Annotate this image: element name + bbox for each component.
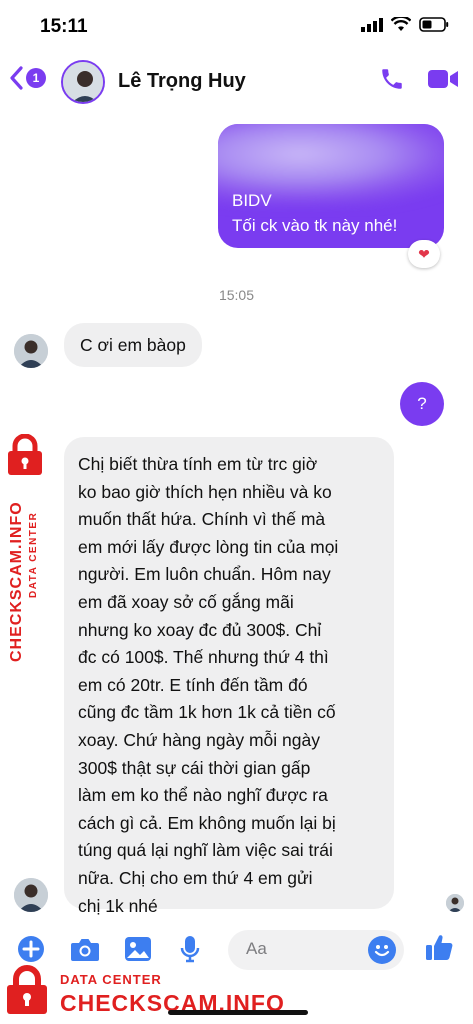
message-line: xoay. Chứ hàng ngày mỗi ngày <box>78 729 320 750</box>
avatar-image <box>14 334 48 368</box>
contact-name[interactable]: Lê Trọng Huy <box>118 70 246 93</box>
home-indicator[interactable] <box>168 1010 308 1015</box>
message-line: Tối ck vào tk này nhé! <box>232 216 398 235</box>
microphone-icon <box>180 936 200 963</box>
avatar-image <box>446 894 464 912</box>
smile-icon <box>374 945 390 957</box>
status-time: 15:11 <box>40 16 88 37</box>
wifi-icon <box>391 17 411 31</box>
message-line: chị 1k nhé <box>78 895 158 916</box>
bank-name: BIDV <box>232 191 272 210</box>
message-line: nhưng ko xoay đc đủ 300$. Chỉ <box>78 619 322 640</box>
message-line: Chị biết thừa tính em từ trc giờ <box>78 454 318 474</box>
watermark-label: DATA CENTER <box>28 511 39 598</box>
outgoing-message-question[interactable]: ? <box>400 382 444 426</box>
outgoing-message-bank[interactable]: BIDV Tối ck vào tk này nhé! <box>218 124 444 248</box>
message-line: đc có 100$. Thế nhưng thứ 4 thì <box>78 647 329 668</box>
incoming-message-long[interactable]: Chị biết thừa tính em từ trc giờ ko bao … <box>64 437 394 916</box>
unread-badge: 1 <box>26 68 46 88</box>
status-icons <box>361 17 449 32</box>
battery-icon <box>419 17 449 32</box>
seen-indicator-avatar <box>446 894 464 912</box>
lock-icon <box>8 434 42 475</box>
message-line: em có 20tr. E tính đến tầm đó <box>78 674 308 695</box>
phone-call-icon[interactable] <box>379 66 405 92</box>
lock-icon <box>7 965 47 1014</box>
contact-avatar[interactable] <box>61 60 105 104</box>
thumbs-up-icon <box>426 935 453 960</box>
plus-icon <box>18 936 44 962</box>
message-line: cách gì cả. Em không muốn lại bị <box>78 812 336 833</box>
message-line: cũng đc tầm 1k hơn 1k cả tiền cố <box>78 702 336 723</box>
sender-avatar[interactable] <box>14 878 48 912</box>
heart-icon: ❤ <box>418 245 430 262</box>
like-button[interactable] <box>424 932 454 962</box>
emoji-button[interactable] <box>368 936 396 964</box>
message-line: em đã xoay sở cố gắng mãi <box>78 591 294 612</box>
back-button[interactable]: 1 <box>8 65 46 91</box>
outgoing-message-text: BIDV Tối ck vào tk này nhé! <box>232 188 397 238</box>
message-line: 300$ thật sự cái thời gian gấp <box>78 757 311 778</box>
message-line: túng quá lại nghĩ làm việc sai trái <box>78 840 333 861</box>
avatar-image <box>14 878 48 912</box>
chevron-left-icon <box>10 66 23 90</box>
incoming-message[interactable]: C ơi em bàop <box>64 323 202 367</box>
message-line: làm em ko thể nào nghĩ được ra <box>78 785 328 806</box>
conversation-header: 1 Lê Trọng Huy <box>0 52 473 112</box>
message-line: muốn thất hứa. Chính vì thế mà <box>78 509 326 530</box>
heart-reaction[interactable]: ❤ <box>408 240 440 268</box>
avatar-image <box>63 62 103 102</box>
message-line: ko bao giờ thích hẹn nhiều và ko <box>78 481 332 502</box>
signal-icon <box>361 17 383 32</box>
video-call-icon[interactable] <box>427 67 459 91</box>
status-bar: 15:11 <box>0 0 473 50</box>
header-actions <box>379 66 459 92</box>
camera-icon <box>71 939 99 961</box>
message-line: nữa. Chị cho em thứ 4 em gửi <box>78 867 313 888</box>
message-line: em mới lấy được lòng tin của mọi <box>78 536 339 557</box>
message-line: người. Em luôn chuẩn. Hôm nay <box>78 564 331 585</box>
message-input[interactable] <box>246 939 356 959</box>
image-icon <box>125 937 151 961</box>
watermark-label: DATA CENTER <box>60 972 162 987</box>
message-timestamp: 15:05 <box>218 287 255 303</box>
sender-avatar[interactable] <box>14 334 48 368</box>
watermark-brand: CHECKSCAM.INFO <box>8 501 25 662</box>
